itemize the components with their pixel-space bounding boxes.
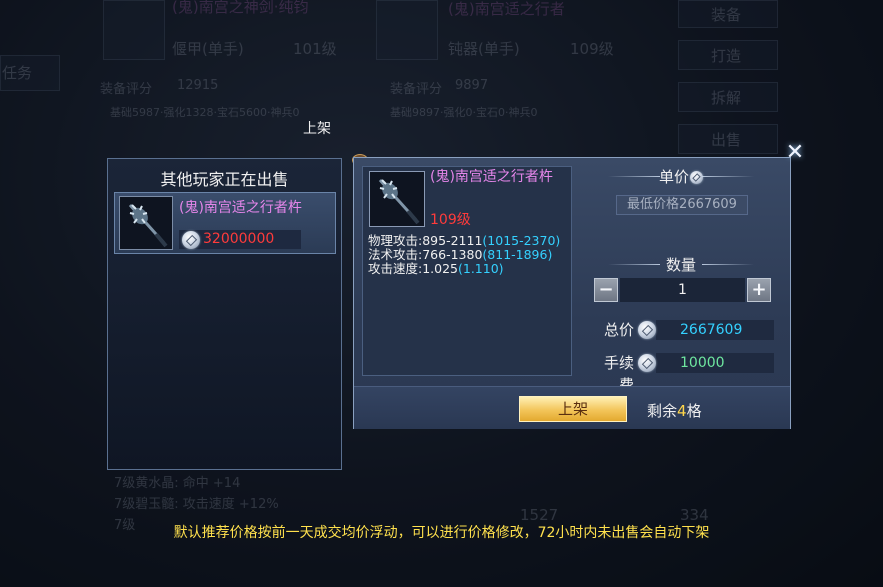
listing-flyout-label: 上架 bbox=[303, 121, 331, 137]
stat-physical-attack-base: 物理攻击:895-2111 bbox=[368, 233, 483, 248]
listing-row[interactable]: (鬼)南宫适之行者杵 32000000 bbox=[114, 192, 336, 254]
remaining-prefix: 剩余 bbox=[647, 402, 678, 420]
total-price-input[interactable]: 2667609 bbox=[656, 320, 774, 340]
close-icon[interactable]: ✕ bbox=[783, 141, 807, 165]
quantity-plus-button[interactable]: + bbox=[747, 278, 771, 302]
item-info-panel: (鬼)南宫适之行者杵 109级 物理攻击:895-2111(1015-2370)… bbox=[362, 166, 572, 376]
quantity-input[interactable]: 1 bbox=[620, 278, 745, 302]
unit-price-title: 单价 bbox=[590, 166, 772, 186]
stat-attack-speed: 攻击速度:1.025(1.110) bbox=[368, 262, 560, 276]
mace-icon bbox=[369, 171, 425, 227]
list-item-button[interactable]: 上架 bbox=[519, 396, 627, 422]
stat-magic-attack: 法术攻击:766-1380(811-1896) bbox=[368, 248, 560, 262]
item-stats: 物理攻击:895-2111(1015-2370) 法术攻击:766-1380(8… bbox=[368, 234, 560, 276]
min-price-field: 最低价格2667609 bbox=[616, 195, 748, 215]
quantity-label: 数量 bbox=[665, 256, 696, 274]
listing-price: 32000000 bbox=[203, 231, 275, 247]
silver-coin-icon bbox=[638, 354, 656, 372]
total-price-label: 总价 bbox=[603, 321, 634, 339]
item-level: 109级 bbox=[430, 212, 471, 228]
stat-physical-attack: 物理攻击:895-2111(1015-2370) bbox=[368, 234, 560, 248]
remaining-slots: 剩余4格 bbox=[647, 400, 702, 421]
price-section: 单价 最低价格2667609 数量 − 1 + 总价 2667609 手续费 1… bbox=[590, 166, 786, 394]
quantity-title: 数量 bbox=[590, 254, 772, 274]
fee-row: 手续费 10000 bbox=[590, 352, 780, 394]
fee-value: 10000 bbox=[656, 353, 774, 373]
mace-icon bbox=[119, 196, 173, 250]
mace-icon-graphic bbox=[128, 203, 168, 248]
silver-coin-icon bbox=[690, 171, 703, 184]
listing-dialog: (鬼)南宫适之行者杵 109级 物理攻击:895-2111(1015-2370)… bbox=[353, 157, 791, 429]
pricing-tip: 默认推荐价格按前一天成交均价浮动，可以进行价格修改，72小时内未出售会自动下架 bbox=[173, 525, 710, 541]
stat-attack-speed-base: 攻击速度:1.025 bbox=[368, 261, 458, 276]
remaining-count: 4 bbox=[677, 402, 687, 420]
stat-magic-attack-base: 法术攻击:766-1380 bbox=[368, 247, 483, 262]
total-price-row: 总价 2667609 bbox=[590, 319, 780, 341]
stat-attack-speed-bonus: (1.110) bbox=[458, 261, 504, 276]
listing-item-name: (鬼)南宫适之行者杵 bbox=[179, 200, 302, 216]
dialog-footer: 上架 剩余4格 bbox=[354, 386, 790, 429]
stat-magic-attack-bonus: (811-1896) bbox=[482, 247, 553, 262]
unit-price-label: 单价 bbox=[658, 168, 689, 186]
other-sellers-title: 其他玩家正在出售 bbox=[160, 170, 289, 189]
quantity-minus-button[interactable]: − bbox=[594, 278, 618, 302]
stat-physical-attack-bonus: (1015-2370) bbox=[482, 233, 561, 248]
other-sellers-panel: 其他玩家正在出售 (鬼)南宫适之行者杵 32000000 bbox=[107, 158, 342, 470]
silver-coin-icon bbox=[638, 321, 656, 339]
remaining-suffix: 格 bbox=[686, 402, 702, 420]
mace-icon-graphic bbox=[378, 178, 420, 225]
item-name: (鬼)南宫适之行者杵 bbox=[430, 169, 553, 185]
quantity-stepper: − 1 + bbox=[594, 278, 771, 302]
silver-coin-icon bbox=[182, 231, 200, 249]
